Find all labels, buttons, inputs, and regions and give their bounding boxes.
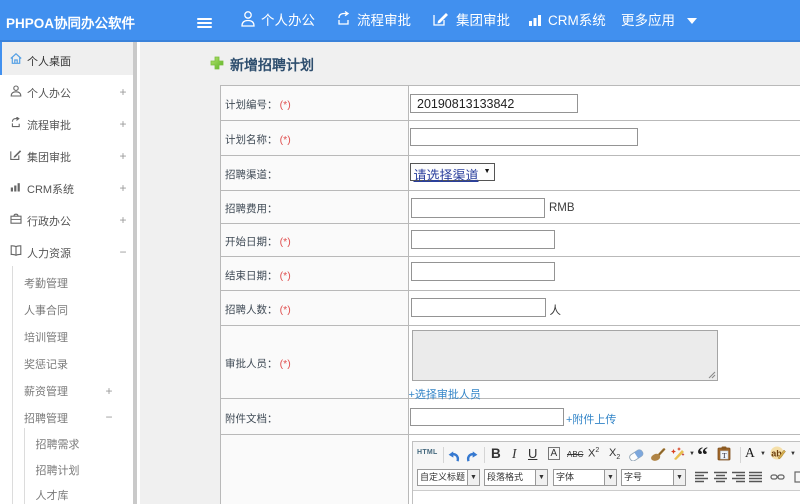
svg-text:T: T — [722, 451, 727, 460]
